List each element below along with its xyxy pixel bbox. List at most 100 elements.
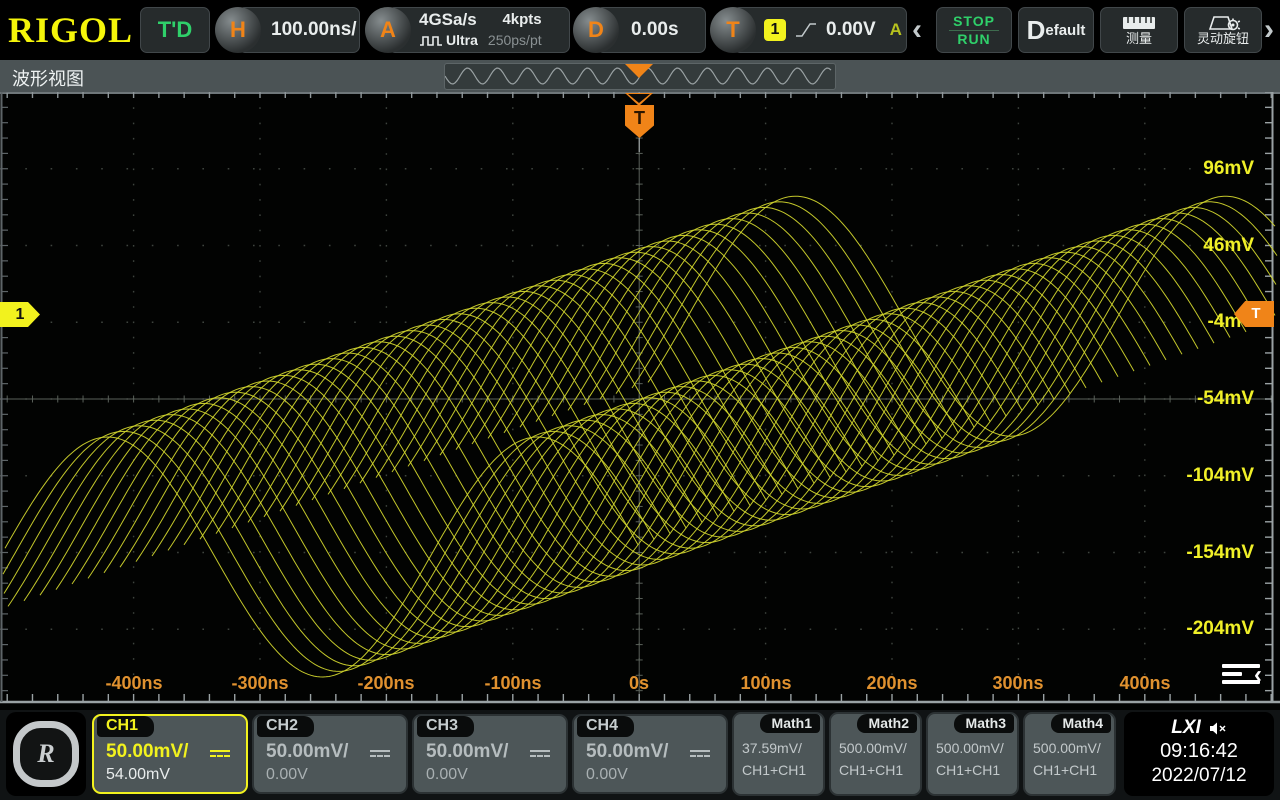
- collapse-menu-icon[interactable]: ‹: [1222, 664, 1260, 690]
- quick-knob-icon: [1205, 14, 1241, 31]
- y-label-96mV: 96mV: [1203, 158, 1254, 180]
- ch4-scale: 50.00mV/: [586, 741, 668, 763]
- sample-rate: 4GSa/s: [419, 10, 478, 30]
- run-stop-button[interactable]: STOP RUN: [936, 7, 1012, 53]
- ch4-offset: 0.00V: [586, 766, 726, 784]
- waveform-overview-strip[interactable]: [444, 63, 836, 90]
- ch2-tab: CH2: [257, 716, 314, 737]
- view-title-bar: 波形视图: [0, 60, 1280, 92]
- memory-depth: 4kpts: [488, 10, 542, 30]
- acquire-mode: Ultra: [446, 30, 478, 50]
- collapse-chevron: ‹: [1254, 661, 1262, 689]
- gear-ring: R: [13, 721, 79, 787]
- default-initial: D: [1027, 15, 1046, 46]
- x-label--100ns: -100ns: [484, 673, 541, 694]
- trigger-source-badge: 1: [764, 19, 786, 41]
- sample-resolution: 250ps/pt: [488, 30, 542, 50]
- math3-expr: CH1+CH1: [936, 762, 1017, 778]
- x-label-300ns: 300ns: [992, 673, 1043, 694]
- trigger-knob[interactable]: T: [710, 7, 756, 53]
- math-card-math3[interactable]: Math3 500.00mV/ CH1+CH1: [926, 712, 1019, 796]
- x-label-200ns: 200ns: [866, 673, 917, 694]
- ch3-scale: 50.00mV/: [426, 741, 508, 763]
- rigol-logo: RIGOL: [8, 10, 133, 56]
- trigger-button[interactable]: 1 0.00V A: [733, 7, 907, 53]
- math-card-math4[interactable]: Math4 500.00mV/ CH1+CH1: [1023, 712, 1116, 796]
- default-button[interactable]: Default: [1018, 7, 1094, 53]
- dc-coupling-icon: [530, 747, 550, 757]
- acquire-knob[interactable]: A: [365, 7, 411, 53]
- y-label--104mV: -104mV: [1186, 465, 1254, 487]
- ultra-wave-icon: [419, 33, 443, 47]
- ch1-offset: 54.00mV: [106, 766, 246, 784]
- ch4-tab: CH4: [577, 716, 634, 737]
- channel-card-ch1[interactable]: CH1 50.00mV/ 54.00mV: [92, 714, 248, 794]
- ch3-offset: 0.00V: [426, 766, 566, 784]
- dc-coupling-icon: [370, 747, 390, 757]
- math1-expr: CH1+CH1: [742, 762, 823, 778]
- speaker-muted-icon: [1209, 721, 1227, 736]
- math2-tab: Math2: [857, 714, 917, 733]
- system-date: 2022/07/12: [1124, 764, 1274, 788]
- y-label--54mV: -54mV: [1197, 388, 1254, 410]
- math2-expr: CH1+CH1: [839, 762, 920, 778]
- math1-scale: 37.59mV/: [742, 740, 823, 756]
- x-label--400ns: -400ns: [105, 673, 162, 694]
- y-label--154mV: -154mV: [1186, 542, 1254, 564]
- rising-edge-icon: [794, 21, 818, 39]
- default-rest: efault: [1045, 22, 1085, 39]
- waveform-grid-and-traces: [0, 92, 1280, 710]
- ch2-offset: 0.00V: [266, 766, 406, 784]
- delay-knob[interactable]: D: [573, 7, 619, 53]
- trigger-mode-badge: A: [890, 20, 902, 40]
- x-label--200ns: -200ns: [357, 673, 414, 694]
- trigger-status-button[interactable]: T'D: [140, 7, 210, 53]
- channel-card-ch4[interactable]: CH4 50.00mV/ 0.00V: [572, 714, 728, 794]
- run-label: RUN: [957, 31, 990, 48]
- rigol-gear-logo[interactable]: R: [6, 712, 86, 796]
- math-card-math1[interactable]: Math1 37.59mV/ CH1+CH1: [732, 712, 825, 796]
- view-title: 波形视图: [12, 65, 84, 91]
- math3-tab: Math3: [954, 714, 1014, 733]
- ruler-icon: [1122, 15, 1156, 31]
- channel-card-ch2[interactable]: CH2 50.00mV/ 0.00V: [252, 714, 408, 794]
- math1-tab: Math1: [760, 714, 820, 733]
- collapse-bar: [1222, 672, 1242, 676]
- stop-label: STOP: [953, 13, 995, 30]
- top-status-bar: RIGOL T'D H 100.00ns/ A 4GSa/s Ultra 4kp…: [0, 0, 1280, 60]
- nav-right-chevron[interactable]: ›: [1264, 16, 1274, 44]
- ch1-tab: CH1: [97, 716, 154, 737]
- system-time: 09:16:42: [1124, 739, 1274, 764]
- x-label-0s: 0s: [629, 673, 649, 694]
- ch1-scale: 50.00mV/: [106, 741, 188, 763]
- trigger-level-value: 0.00V: [826, 19, 876, 41]
- math-card-math2[interactable]: Math2 500.00mV/ CH1+CH1: [829, 712, 922, 796]
- channel-card-ch3[interactable]: CH3 50.00mV/ 0.00V: [412, 714, 568, 794]
- gear-r-letter: R: [37, 739, 54, 769]
- dc-coupling-icon: [210, 747, 230, 757]
- ch3-tab: CH3: [417, 716, 474, 737]
- y-label--204mV: -204mV: [1186, 618, 1254, 640]
- measure-button[interactable]: 测量: [1100, 7, 1178, 53]
- lxi-logo: LXI: [1171, 717, 1201, 739]
- math2-scale: 500.00mV/: [839, 740, 920, 756]
- nav-left-chevron[interactable]: ‹: [912, 16, 922, 44]
- quick-knob-button[interactable]: 灵动旋钮: [1184, 7, 1262, 53]
- dc-coupling-icon: [690, 747, 710, 757]
- quick-knob-label: 灵动旋钮: [1197, 32, 1249, 46]
- horizontal-knob[interactable]: H: [215, 7, 261, 53]
- channel-status-bar: R CH1 50.00mV/ 54.00mV CH2 50.00mV/ 0.00…: [0, 710, 1280, 800]
- math4-scale: 500.00mV/: [1033, 740, 1114, 756]
- system-status-box[interactable]: LXI 09:16:42 2022/07/12: [1124, 712, 1274, 796]
- math4-tab: Math4: [1051, 714, 1111, 733]
- oscilloscope-screen: RIGOL T'D H 100.00ns/ A 4GSa/s Ultra 4kp…: [0, 0, 1280, 800]
- horizontal-scale-value: 100.00ns/: [271, 19, 357, 41]
- acquire-button[interactable]: 4GSa/s Ultra 4kpts 250ps/pt: [388, 7, 570, 53]
- waveform-display: 96mV 46mV -4mV -54mV -104mV -154mV -204m…: [0, 92, 1280, 710]
- y-label-46mV: 46mV: [1203, 235, 1254, 257]
- x-label-100ns: 100ns: [740, 673, 791, 694]
- x-label--300ns: -300ns: [231, 673, 288, 694]
- math3-scale: 500.00mV/: [936, 740, 1017, 756]
- x-label-400ns: 400ns: [1119, 673, 1170, 694]
- delay-value: 0.00s: [631, 19, 679, 41]
